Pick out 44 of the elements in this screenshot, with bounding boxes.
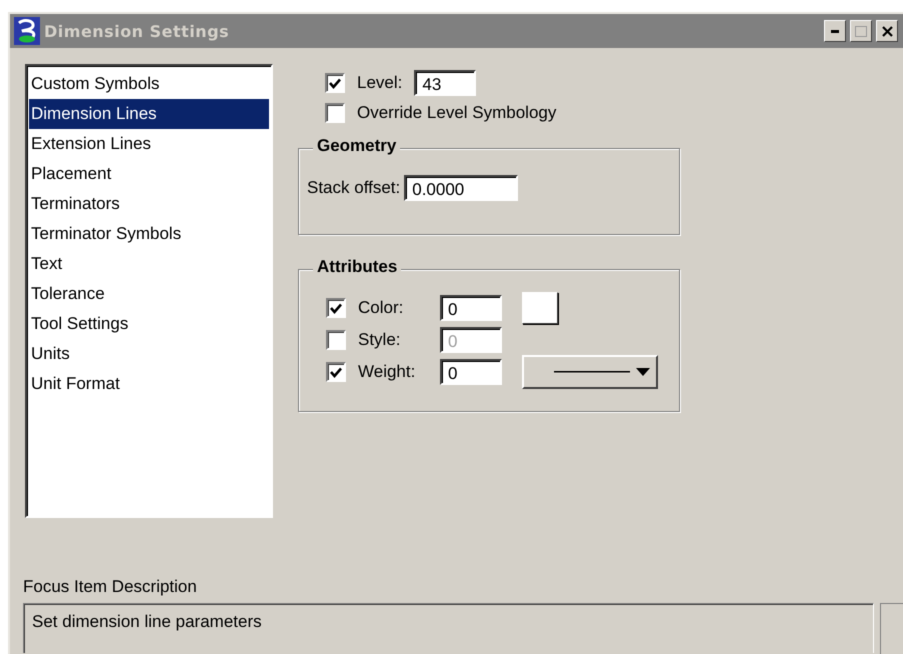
maximize-icon xyxy=(855,26,867,36)
level-label: Level: xyxy=(357,73,402,93)
minimize-button[interactable] xyxy=(824,20,846,42)
category-item[interactable]: Units xyxy=(29,339,269,369)
checkbox[interactable] xyxy=(325,73,345,93)
maximize-button[interactable] xyxy=(850,20,872,42)
category-item[interactable]: Tolerance xyxy=(29,279,269,309)
checkbox[interactable] xyxy=(326,298,346,318)
check-icon xyxy=(329,78,341,88)
minimize-icon xyxy=(831,30,839,32)
color-swatch[interactable] xyxy=(522,292,558,324)
line-weight-dropdown[interactable] xyxy=(522,355,658,389)
attribute-field[interactable]: 0 xyxy=(440,359,502,385)
category-item[interactable]: Terminators xyxy=(29,189,269,219)
level-field[interactable]: 43 xyxy=(414,70,476,96)
stack-offset-label: Stack offset: xyxy=(307,178,400,198)
check-icon xyxy=(330,366,342,378)
check-icon xyxy=(330,302,342,314)
status-text: Set dimension line parameters xyxy=(32,612,262,631)
category-item[interactable]: Terminator Symbols xyxy=(29,219,269,249)
checkbox[interactable] xyxy=(325,103,345,123)
category-item[interactable]: Unit Format xyxy=(29,369,269,399)
category-item[interactable]: Custom Symbols xyxy=(29,69,269,99)
checkbox[interactable] xyxy=(326,362,346,382)
focus-label: Focus Item Description xyxy=(23,577,198,597)
close-icon xyxy=(882,26,892,36)
attribute-label: Color: xyxy=(358,298,404,318)
attribute-field[interactable]: 0 xyxy=(440,295,502,321)
status-panel xyxy=(880,603,903,654)
category-item[interactable]: Tool Settings xyxy=(29,309,269,339)
window-title: Dimension Settings xyxy=(44,22,230,40)
attribute-label: Weight: xyxy=(358,362,416,382)
override-label: Override Level Symbology xyxy=(357,103,556,123)
category-item[interactable]: Dimension Lines xyxy=(29,99,269,129)
caret-icon xyxy=(636,368,650,376)
close-button[interactable] xyxy=(876,20,898,42)
category-item[interactable]: Extension Lines xyxy=(29,129,269,159)
stack-offset-field[interactable]: 0.0000 xyxy=(404,175,518,201)
category-item[interactable]: Placement xyxy=(29,159,269,189)
group-title: Geometry xyxy=(313,136,400,156)
category-item[interactable]: Text xyxy=(29,249,269,279)
attribute-label: Style: xyxy=(358,330,402,350)
line-sample-icon xyxy=(554,371,630,373)
app-logo-icon xyxy=(14,17,40,45)
